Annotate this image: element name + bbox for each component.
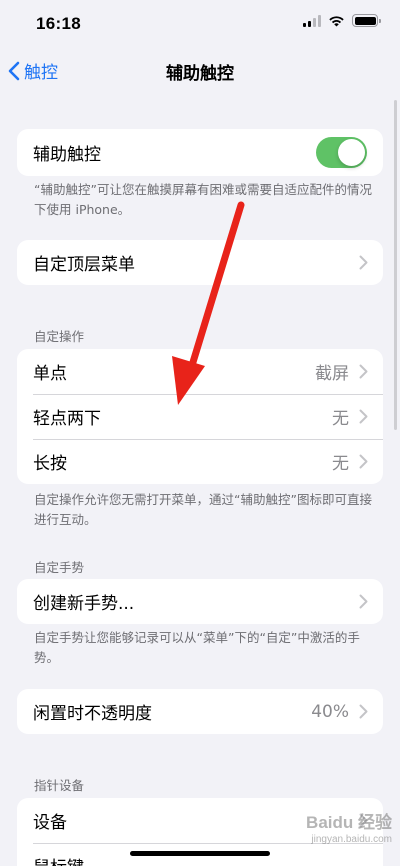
toggle-knob [338, 139, 365, 166]
create-gesture-row[interactable]: 创建新手势... [17, 579, 383, 624]
action-row-single-tap[interactable]: 单点 截屏 [17, 349, 383, 394]
action-row-long-press[interactable]: 长按 无 [17, 439, 383, 484]
top-menu-group: 自定顶层菜单 [17, 240, 383, 285]
customize-top-menu-label: 自定顶层菜单 [33, 255, 135, 275]
action-row-double-tap[interactable]: 轻点两下 无 [17, 394, 383, 439]
action-value: 无 [332, 454, 349, 474]
idle-opacity-group: 闲置时不透明度 40% [17, 689, 383, 734]
navigation-bar: 触控 辅助触控 [0, 48, 400, 92]
assistive-touch-group: 辅助触控 [17, 129, 383, 176]
customize-top-menu-row[interactable]: 自定顶层菜单 [17, 240, 383, 285]
custom-actions-footer: 自定操作允许您无需打开菜单，通过“辅助触控”图标即可直接进行互动。 [34, 492, 372, 527]
assistive-touch-row: 辅助触控 [17, 129, 383, 176]
pointer-device-label: 鼠标键 [33, 853, 84, 866]
battery-icon [352, 14, 381, 27]
action-value: 无 [332, 409, 349, 429]
action-label: 单点 [33, 364, 67, 384]
status-bar: 16:18 [0, 0, 400, 48]
page-title: 辅助触控 [166, 64, 234, 84]
chevron-right-icon [359, 704, 368, 719]
action-value: 截屏 [315, 364, 349, 384]
status-time: 16:18 [36, 14, 81, 33]
status-icons [303, 14, 381, 27]
idle-opacity-label: 闲置时不透明度 [33, 704, 152, 724]
custom-gestures-header: 自定手势 [34, 560, 85, 575]
custom-actions-group: 单点 截屏 轻点两下 无 长按 无 [17, 349, 383, 484]
pointer-devices-header: 指针设备 [34, 778, 85, 793]
chevron-right-icon [359, 364, 368, 379]
wifi-icon [329, 15, 344, 26]
idle-opacity-value: 40% [311, 701, 349, 722]
action-label: 轻点两下 [33, 409, 101, 429]
scroll-indicator[interactable] [394, 100, 397, 430]
custom-actions-header: 自定操作 [34, 329, 85, 344]
create-gesture-label: 创建新手势... [33, 594, 135, 614]
action-label: 长按 [33, 454, 67, 474]
assistive-touch-footer: “辅助触控”可让您在触摸屏幕有困难或需要自适应配件的情况下使用 iPhone。 [34, 182, 372, 217]
pointer-device-label: 设备 [33, 813, 67, 833]
chevron-right-icon [359, 409, 368, 424]
chevron-right-icon [359, 255, 368, 270]
idle-opacity-row[interactable]: 闲置时不透明度 40% [17, 689, 383, 734]
cellular-signal-icon [303, 14, 321, 27]
watermark-brand: Baidu 经验 [306, 813, 392, 832]
custom-gestures-footer: 自定手势让您能够记录可以从“菜单”下的“自定”中激活的手势。 [34, 630, 360, 665]
assistive-touch-label: 辅助触控 [33, 145, 101, 165]
custom-gestures-group: 创建新手势... [17, 579, 383, 624]
chevron-right-icon [359, 594, 368, 609]
baidu-watermark: Baidu 经验 jingyan.baidu.com [306, 814, 392, 848]
home-indicator[interactable] [130, 851, 270, 856]
assistive-touch-toggle[interactable] [316, 137, 367, 168]
watermark-url: jingyan.baidu.com [311, 834, 392, 845]
chevron-right-icon [359, 454, 368, 469]
